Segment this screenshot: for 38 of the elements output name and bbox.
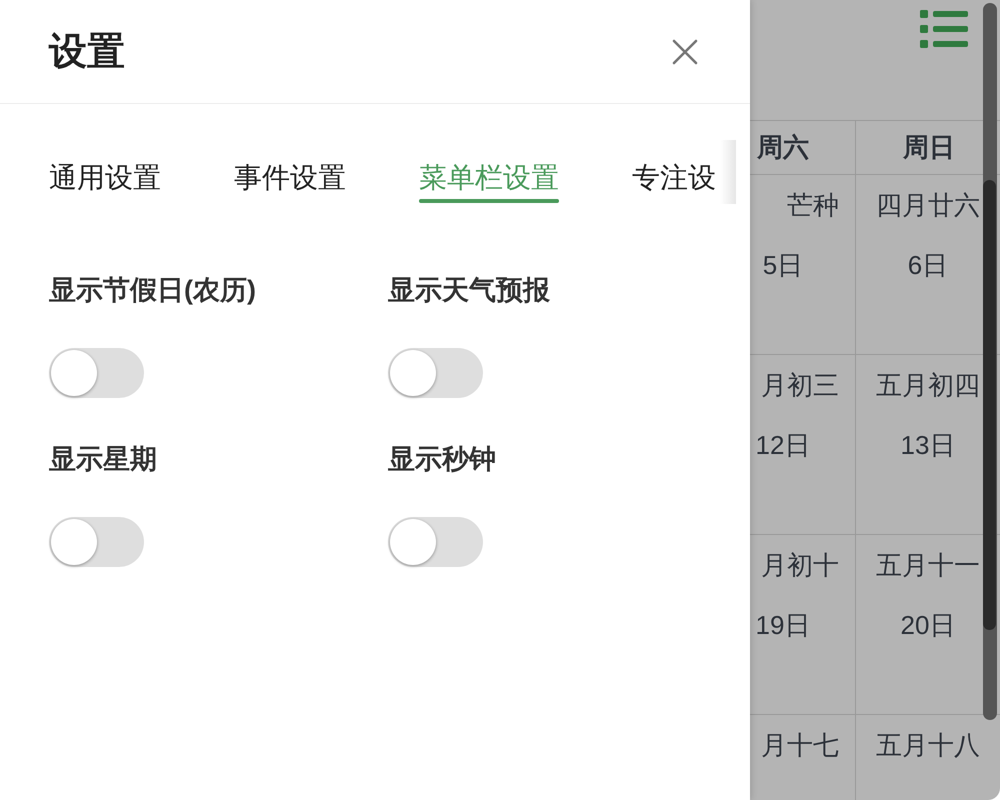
lunar-date: 芒种	[787, 189, 839, 221]
toggle-switch[interactable]	[388, 517, 483, 567]
lunar-date: 月初三	[761, 369, 839, 401]
day-number: 6日	[908, 249, 948, 281]
list-icon[interactable]	[920, 10, 968, 48]
lunar-date: 月十七	[761, 729, 839, 761]
day-number: 5日	[762, 249, 804, 281]
option-label: 显示节假日(农历)	[49, 274, 256, 307]
toggle-switch[interactable]	[49, 348, 144, 398]
lunar-date: 五月十八	[876, 729, 980, 761]
tab[interactable]: 事件设置	[234, 152, 346, 203]
day-number: 12日	[756, 429, 810, 461]
option-label: 显示秒钟	[388, 443, 496, 476]
dialog-title: 设置	[49, 32, 125, 70]
lunar-date: 五月初四	[876, 369, 980, 401]
weekday-header: 周日	[903, 131, 955, 164]
tab[interactable]: 菜单栏设置	[419, 152, 559, 203]
close-icon[interactable]	[672, 38, 698, 64]
tab[interactable]: 通用设置	[49, 152, 161, 203]
calendar-day-cell[interactable]: 月初十 19日	[750, 535, 855, 714]
scrollbar[interactable]	[983, 3, 997, 720]
calendar-day-cell[interactable]: 月初三 12日	[750, 355, 855, 534]
scrollbar-thumb[interactable]	[983, 180, 996, 630]
weekday-header: 周六	[757, 131, 809, 164]
day-number: 13日	[900, 429, 956, 461]
fade-edge	[720, 140, 736, 204]
lunar-date: 四月廿六	[876, 189, 980, 221]
toggle-switch[interactable]	[49, 517, 144, 567]
tab[interactable]: 专注设	[632, 152, 716, 203]
calendar-day-cell[interactable]: 月十七	[750, 715, 855, 800]
day-number: 19日	[756, 609, 810, 641]
toggle-switch[interactable]	[388, 348, 483, 398]
option-label: 显示天气预报	[388, 274, 550, 307]
lunar-date: 五月十一	[876, 549, 980, 581]
day-number: 20日	[900, 609, 956, 641]
lunar-date: 月初十	[761, 549, 839, 581]
calendar-day-cell[interactable]: 芒种 5日	[750, 175, 855, 354]
option-label: 显示星期	[49, 443, 157, 476]
